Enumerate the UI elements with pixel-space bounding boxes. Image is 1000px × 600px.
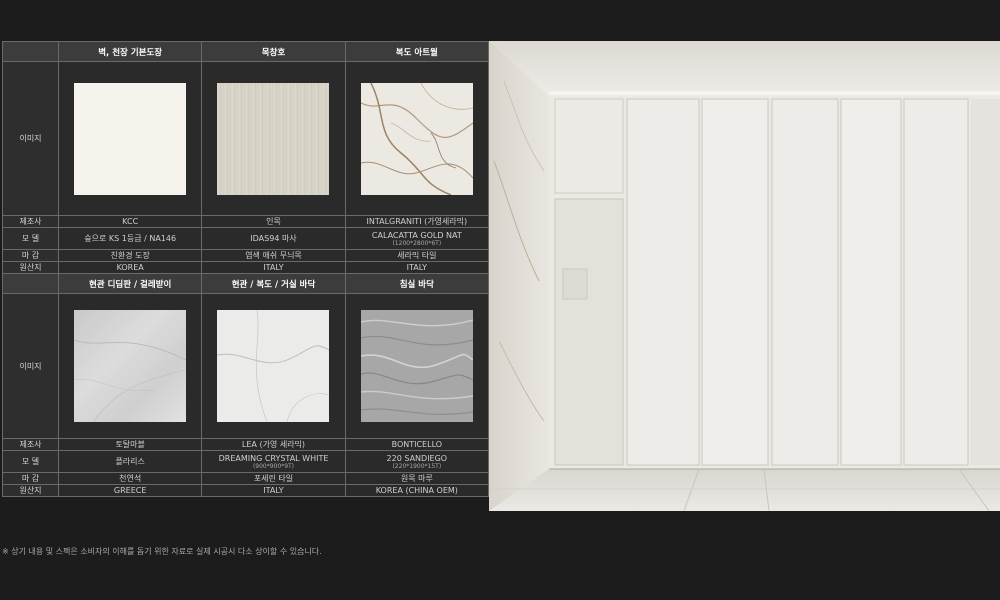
section2-header-row: 현관 디딤판 / 걸레받이 현관 / 복도 / 거실 바닥 침실 바닥 bbox=[2, 273, 490, 294]
header-living-floor: 현관 / 복도 / 거실 바닥 bbox=[201, 273, 346, 294]
label-finish: 마 감 bbox=[2, 249, 59, 262]
section2-origin-row: 원산지 GREECE ITALY KOREA (CHINA OEM) bbox=[2, 484, 490, 497]
grey-marble-swatch bbox=[74, 310, 187, 422]
header-bedroom-floor: 침실 바닥 bbox=[344, 273, 490, 294]
label-manufacturer: 제조사 bbox=[2, 215, 59, 228]
section1-model-row: 모 델 숲으로 KS 1등급 / NA146 IDAS94 마사 CALACAT… bbox=[2, 227, 490, 250]
ash-veneer-swatch bbox=[217, 82, 330, 195]
crystal-white-swatch bbox=[217, 310, 330, 422]
section1-manufacturer-row: 제조사 KCC 인목 INTALGRANITI (가영세라믹) bbox=[2, 215, 490, 228]
label-model: 모 델 bbox=[2, 227, 59, 250]
section2-finish-row: 마 감 천연석 포세린 타일 원목 마루 bbox=[2, 472, 490, 485]
section2-image-row: 이미지 bbox=[2, 293, 490, 439]
section1-header-row: 벽, 천장 기본도장 목창호 복도 아트월 bbox=[2, 41, 490, 62]
label-origin: 원산지 bbox=[2, 261, 59, 274]
header-wood-door: 목창호 bbox=[201, 41, 346, 62]
section2-model-row: 모 델 플라리스 DREAMING CRYSTAL WHITE (900*900*… bbox=[2, 450, 490, 473]
header-entrance-step: 현관 디딤판 / 걸레받이 bbox=[57, 273, 203, 294]
section1-finish-row: 마 감 친환경 도장 염색 애쉬 무늬목 세라믹 타일 bbox=[2, 249, 490, 262]
section1-image-row: 이미지 bbox=[2, 61, 490, 216]
section2-manufacturer-row: 제조사 토탈마블 LEA (가영 세라믹) BONTICELLO bbox=[2, 438, 490, 451]
header-wall-ceiling: 벽, 천장 기본도장 bbox=[57, 41, 203, 62]
white-paint-swatch bbox=[74, 82, 187, 195]
corridor-interior-photo bbox=[489, 41, 1000, 511]
disclaimer-note: ※ 상기 내용 및 스펙은 소비자의 이해를 돕기 위한 자료로 실제 시공시 … bbox=[2, 547, 322, 556]
material-spec-table: 벽, 천장 기본도장 목창호 복도 아트월 이미지 제조사 KCC 인목 INT… bbox=[2, 41, 490, 497]
corner-cell bbox=[2, 41, 59, 62]
label-image: 이미지 bbox=[2, 61, 59, 216]
section1-origin-row: 원산지 KOREA ITALY ITALY bbox=[2, 261, 490, 274]
grey-oak-swatch bbox=[360, 310, 473, 422]
calacatta-gold-swatch bbox=[360, 82, 473, 195]
header-corridor-artwall: 복도 아트월 bbox=[344, 41, 490, 62]
